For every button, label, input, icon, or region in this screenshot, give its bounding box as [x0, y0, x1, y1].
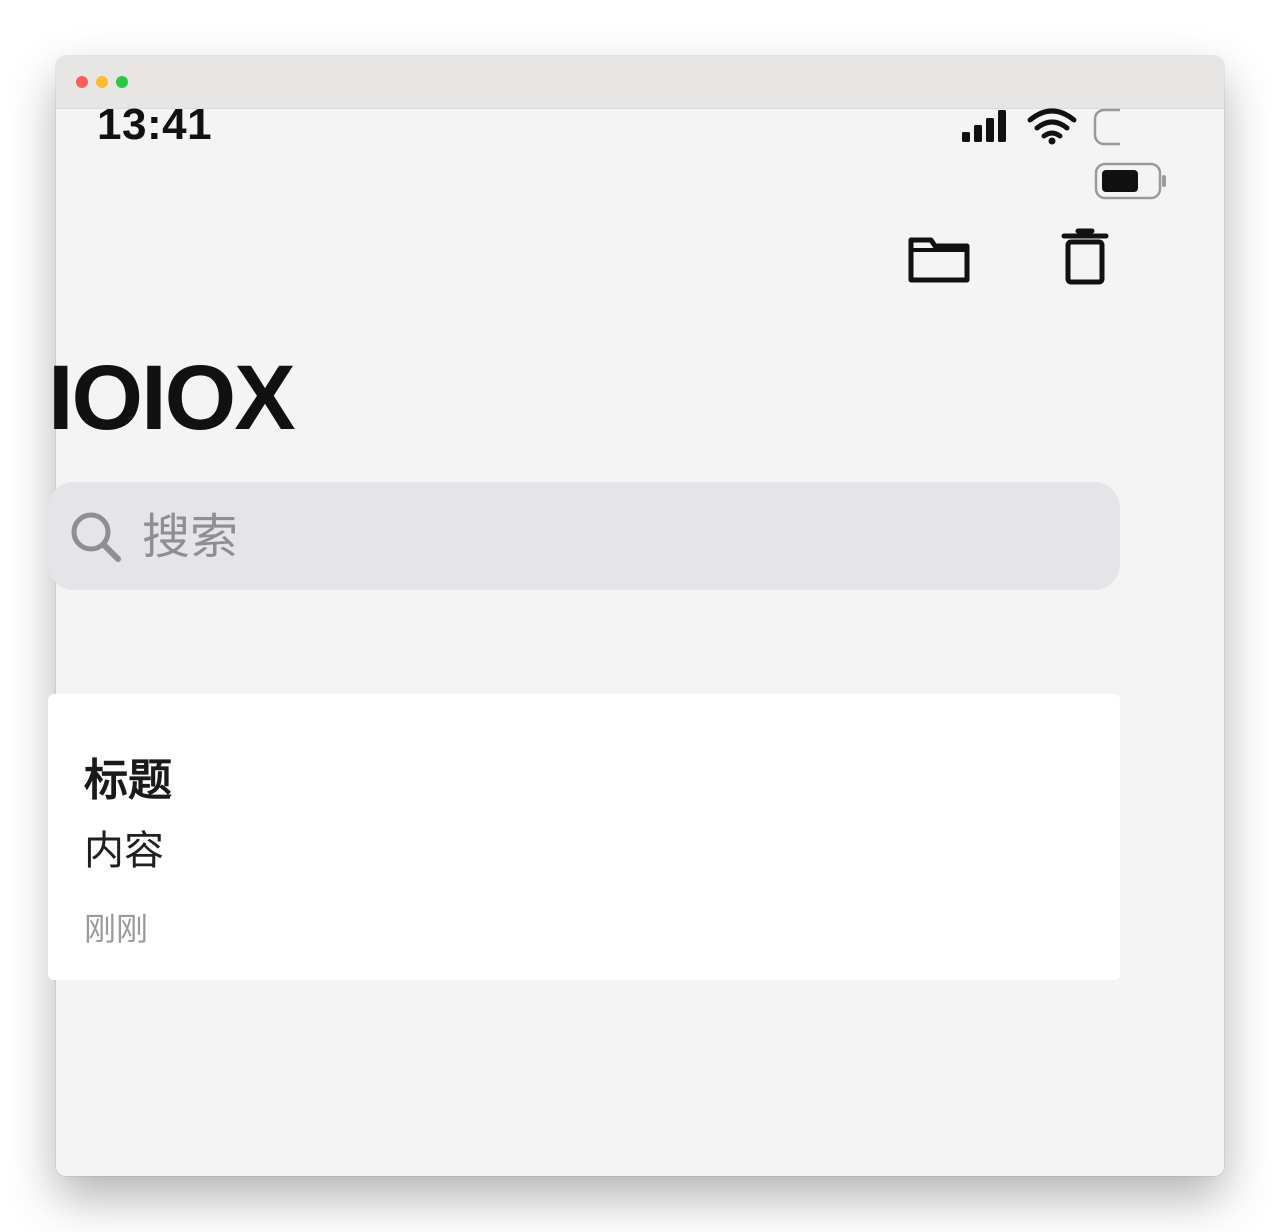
- folder-button[interactable]: [904, 228, 974, 286]
- trash-icon: [1061, 228, 1109, 285]
- search-icon: [71, 512, 121, 562]
- minimize-window-button[interactable]: [96, 76, 108, 88]
- close-window-button[interactable]: [76, 76, 88, 88]
- status-time: 13:41: [97, 100, 213, 149]
- trash-button[interactable]: [1050, 228, 1120, 286]
- status-icons: [900, 104, 1167, 148]
- battery-icon: [1094, 162, 1168, 200]
- page-title: IOIOX: [48, 347, 296, 449]
- note-card[interactable]: 标题 内容 刚刚: [48, 694, 1120, 980]
- battery-icon: [1093, 108, 1167, 146]
- app-window: [56, 56, 1224, 1176]
- signal-icon: [962, 110, 1006, 142]
- search-bar[interactable]: [48, 482, 1120, 590]
- status-icons-svg: [962, 108, 1167, 146]
- wifi-icon: [1027, 108, 1077, 139]
- zoom-window-button[interactable]: [116, 76, 128, 88]
- folder-icon: [908, 237, 970, 283]
- note-timestamp: 刚刚: [84, 910, 149, 948]
- note-content: 内容: [84, 828, 164, 874]
- search-input[interactable]: [140, 502, 1084, 572]
- window-titlebar: [56, 56, 1224, 109]
- note-title: 标题: [84, 755, 172, 806]
